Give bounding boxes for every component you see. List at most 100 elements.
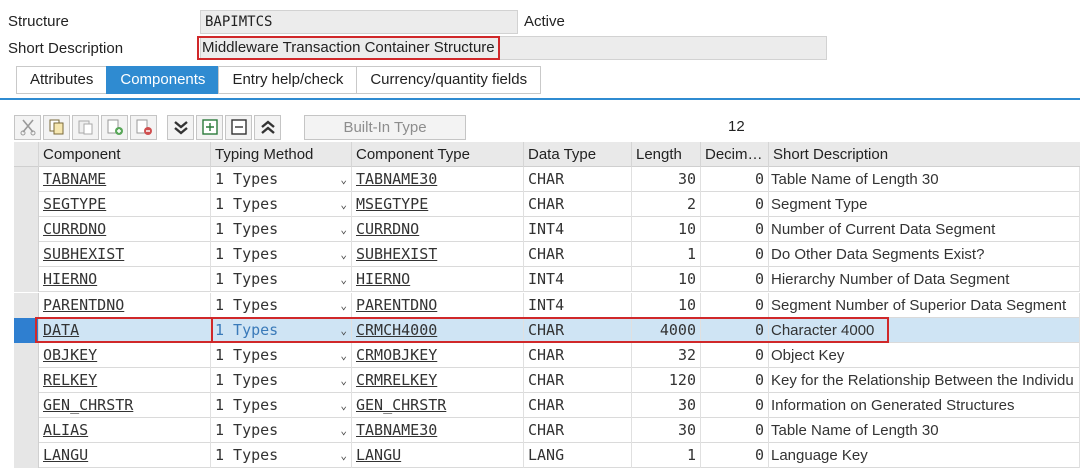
length-cell[interactable]: 30 [632,167,701,192]
paste-icon[interactable] [72,114,99,140]
typing-method-select[interactable]: 1 Types ⌄ [211,267,352,293]
typing-method-select[interactable]: 1 Types ⌄ [211,418,352,443]
data-type-cell[interactable]: LANG [524,443,632,469]
short-description-cell[interactable]: Language Key [769,443,1080,469]
col-component-type[interactable]: Component Type [352,142,524,167]
data-type-cell[interactable]: CHAR [524,192,632,218]
length-cell[interactable]: 30 [632,392,701,418]
component-cell[interactable]: TABNAME [39,167,211,192]
chevron-down-icon[interactable]: ⌄ [340,167,347,192]
chevron-down-icon[interactable]: ⌄ [340,343,347,368]
component-cell[interactable]: ALIAS [39,418,211,443]
table-row[interactable]: LANGU 1 Types ⌄ LANGU LANG 1 0 Language Key [14,443,1080,469]
delete-row-icon[interactable] [130,114,157,140]
col-component[interactable]: Component [39,142,211,167]
typing-method-select[interactable]: 1 Types ⌄ [211,242,352,268]
collapse-first-icon[interactable] [225,114,252,140]
tab-attributes[interactable]: Attributes [16,66,107,94]
short-description-cell[interactable]: Object Key [769,342,1080,368]
data-type-cell[interactable]: CHAR [524,342,632,368]
structure-name-field[interactable]: BAPIMTCS [200,10,518,34]
copy-icon[interactable] [43,114,70,140]
typing-method-select[interactable]: 1 Types ⌄ [211,443,352,469]
data-type-cell[interactable]: INT4 [524,217,632,243]
row-selector[interactable] [14,418,39,443]
decimals-cell[interactable]: 0 [701,342,769,368]
component-cell[interactable]: OBJKEY [39,342,211,368]
chevron-down-icon[interactable]: ⌄ [340,443,347,468]
component-cell[interactable]: HIERNO [39,267,211,293]
table-row[interactable]: SUBHEXIST 1 Types ⌄ SUBHEXIST CHAR 1 0 Do Other… [14,242,1080,268]
table-row[interactable]: SEGTYPE 1 Types ⌄ MSEGTYPE CHAR 2 0 Segment Typ… [14,192,1080,218]
row-selector[interactable] [14,242,39,268]
component-cell[interactable]: GEN_CHRSTR [39,392,211,418]
short-description-cell[interactable]: Key for the Relationship Between the Ind… [769,367,1080,393]
component-cell[interactable]: LANGU [39,443,211,469]
component-type-cell[interactable]: PARENTDNO [352,292,524,318]
col-short-description[interactable]: Short Description [769,142,1080,167]
component-cell[interactable]: SEGTYPE [39,192,211,218]
component-type-cell[interactable]: TABNAME30 [352,418,524,443]
decimals-cell[interactable]: 0 [701,192,769,218]
short-description-cell[interactable]: Information on Generated Structures [769,392,1080,418]
typing-method-select[interactable]: 1 Types ⌄ [211,292,352,318]
component-type-cell[interactable]: MSEGTYPE [352,192,524,218]
col-data-type[interactable]: Data Type [524,142,632,167]
component-type-cell[interactable]: CRMOBJKEY [352,342,524,368]
typing-method-select[interactable]: 1 Types ⌄ [211,192,352,218]
col-typing-method[interactable]: Typing Method [211,142,352,167]
decimals-cell[interactable]: 0 [701,367,769,393]
short-description-cell[interactable]: Do Other Data Segments Exist? [769,242,1080,268]
short-description-cell[interactable]: Hierarchy Number of Data Segment [769,267,1080,293]
length-cell[interactable]: 120 [632,367,701,393]
table-row[interactable]: CURRDNO 1 Types ⌄ CURRDNO INT4 10 0 Number of C… [14,217,1080,243]
table-row[interactable]: TABNAME 1 Types ⌄ TABNAME30 CHAR 30 0 Table Nam… [14,167,1080,192]
length-cell[interactable]: 10 [632,292,701,318]
row-selector[interactable] [14,267,39,293]
component-type-cell[interactable]: CRMRELKEY [352,367,524,393]
row-selector[interactable] [14,192,39,218]
row-selector[interactable] [14,342,39,368]
data-type-cell[interactable]: CHAR [524,242,632,268]
decimals-cell[interactable]: 0 [701,217,769,243]
component-type-cell[interactable]: GEN_CHRSTR [352,392,524,418]
collapse-icon[interactable] [167,114,194,140]
insert-row-icon[interactable] [101,114,128,140]
component-type-cell[interactable]: TABNAME30 [352,167,524,192]
length-cell[interactable]: 10 [632,217,701,243]
decimals-cell[interactable]: 0 [701,418,769,443]
cut-icon[interactable] [14,114,41,140]
chevron-down-icon[interactable]: ⌄ [340,217,347,242]
typing-method-select[interactable]: 1 Types ⌄ [211,217,352,243]
component-type-cell[interactable]: HIERNO [352,267,524,293]
data-type-cell[interactable]: CHAR [524,167,632,192]
data-type-cell[interactable]: CHAR [524,418,632,443]
table-row[interactable]: HIERNO 1 Types ⌄ HIERNO INT4 10 0 Hierarchy Num… [14,267,1080,293]
component-cell[interactable]: RELKEY [39,367,211,393]
component-type-cell[interactable]: LANGU [352,443,524,469]
row-selector[interactable] [14,217,39,243]
table-row[interactable]: OBJKEY 1 Types ⌄ CRMOBJKEY CHAR 32 0 Object Key [14,342,1080,368]
data-type-cell[interactable]: INT4 [524,292,632,318]
length-cell[interactable]: 2 [632,192,701,218]
chevron-down-icon[interactable]: ⌄ [340,418,347,443]
data-type-cell[interactable]: CHAR [524,392,632,418]
short-description-field[interactable]: Middleware Transaction Container Structu… [197,36,500,60]
decimals-cell[interactable]: 0 [701,267,769,293]
length-cell[interactable]: 30 [632,418,701,443]
chevron-down-icon[interactable]: ⌄ [340,267,347,292]
short-description-cell[interactable]: Segment Type [769,192,1080,218]
chevron-down-icon[interactable]: ⌄ [340,293,347,318]
chevron-down-icon[interactable]: ⌄ [340,393,347,418]
select-all-cell[interactable] [14,142,39,167]
component-cell[interactable]: CURRDNO [39,217,211,243]
short-description-cell[interactable]: Table Name of Length 30 [769,167,1080,192]
expand-first-icon[interactable] [196,114,223,140]
table-row[interactable]: GEN_CHRSTR 1 Types ⌄ GEN_CHRSTR CHAR 30 0 Infor… [14,392,1080,418]
table-row[interactable]: PARENTDNO 1 Types ⌄ PARENTDNO INT4 10 0 Segment… [14,292,1080,318]
tab-components[interactable]: Components [106,66,219,94]
length-cell[interactable]: 32 [632,342,701,368]
table-row[interactable]: RELKEY 1 Types ⌄ CRMRELKEY CHAR 120 0 Key for t… [14,367,1080,393]
length-cell[interactable]: 1 [632,242,701,268]
short-description-cell[interactable]: Segment Number of Superior Data Segment [769,292,1080,318]
